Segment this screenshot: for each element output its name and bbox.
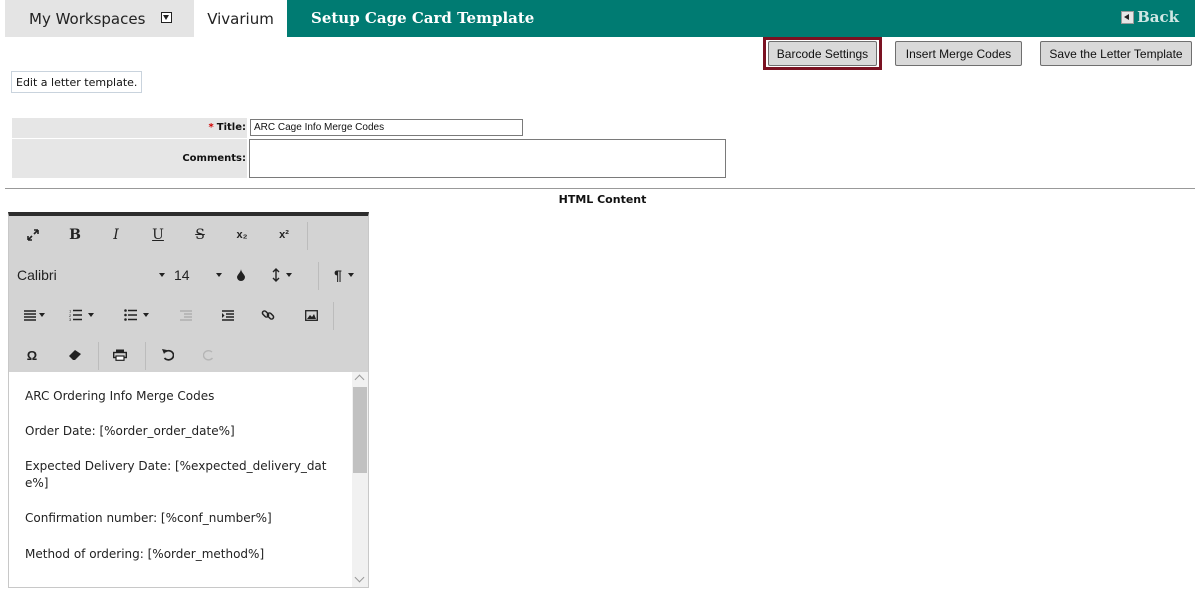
scroll-thumb[interactable]: [353, 387, 367, 473]
caret-down-icon: [286, 273, 292, 277]
editor-content[interactable]: ARC Ordering Info Merge Codes Order Date…: [9, 372, 352, 587]
caret-down-icon: [87, 313, 94, 317]
content-paragraph: Expected Delivery Date: [%expected_deliv…: [25, 459, 327, 490]
caret-down-icon: [142, 313, 149, 317]
scroll-down-icon[interactable]: [354, 572, 365, 583]
toolbar-row-3: 123: [9, 296, 368, 334]
top-nav-bar: My Workspaces Vivarium Setup Cage Card T…: [0, 0, 1195, 37]
dropdown-arrow-icon[interactable]: [161, 12, 172, 23]
line-height-select[interactable]: [265, 256, 299, 294]
bullet-list-select[interactable]: [116, 296, 156, 334]
svg-text:3: 3: [69, 317, 72, 321]
html-editor: B I U S x₂ x² Calibri 14 ¶ 1 2 3 Ω ARC O…: [8, 212, 369, 588]
title-label-cell: * Title:: [12, 118, 247, 138]
html-content-heading: HTML Content: [558, 193, 647, 206]
color-drop-icon[interactable]: [233, 256, 249, 294]
undo-icon[interactable]: [157, 336, 179, 374]
title-label-text: Title:: [216, 122, 246, 133]
caret-down-icon: [38, 313, 45, 317]
comments-textarea[interactable]: [249, 139, 726, 178]
paragraph-style-select[interactable]: ¶: [327, 256, 361, 294]
italic-button[interactable]: I: [106, 216, 126, 254]
strikethrough-button[interactable]: S: [190, 216, 210, 254]
my-workspaces-label: My Workspaces: [29, 9, 146, 28]
content-paragraph: Order Date: [%order_order_date%]: [25, 424, 235, 438]
toolbar-separator: [98, 342, 99, 370]
comments-label: Comments:: [182, 153, 246, 164]
page-title: Setup Cage Card Template: [311, 9, 535, 27]
content-paragraph: ARC Ordering Info Merge Codes: [25, 389, 215, 403]
content-paragraph: Confirmation number: [%conf_number%]: [25, 511, 272, 525]
caret-down-icon: [216, 273, 222, 277]
special-char-icon[interactable]: Ω: [22, 336, 42, 374]
insert-merge-codes-button[interactable]: Insert Merge Codes: [895, 41, 1022, 66]
toolbar-separator: [145, 342, 146, 370]
underline-button[interactable]: U: [148, 216, 168, 254]
back-label: Back: [1137, 8, 1179, 26]
page-hint: Edit a letter template.: [11, 71, 143, 93]
comments-label-cell: Comments:: [12, 139, 247, 178]
align-select[interactable]: [19, 296, 49, 334]
editor-toolbar: B I U S x₂ x² Calibri 14 ¶ 1 2 3 Ω: [9, 216, 368, 372]
toolbar-separator: [333, 302, 334, 330]
content-paragraph: Method of ordering: [%order_method%]: [25, 547, 265, 561]
font-size-select[interactable]: 14: [174, 256, 226, 294]
toolbar-separator: [307, 222, 308, 250]
redo-icon: [198, 336, 220, 374]
subscript-button[interactable]: x₂: [231, 216, 253, 254]
caret-down-icon: [159, 273, 165, 277]
toolbar-separator: [318, 262, 319, 290]
paragraph-icon: ¶: [334, 267, 342, 283]
back-button[interactable]: Back: [1121, 8, 1179, 26]
save-letter-template-button[interactable]: Save the Letter Template: [1040, 41, 1192, 66]
font-family-value: Calibri: [17, 267, 57, 283]
tab-vivarium[interactable]: Vivarium: [194, 0, 287, 37]
caret-down-icon: [347, 273, 354, 277]
barcode-settings-button[interactable]: Barcode Settings: [768, 41, 877, 66]
title-input[interactable]: ARC Cage Info Merge Codes: [250, 119, 523, 136]
title-label: * Title:: [209, 122, 246, 133]
print-icon[interactable]: [109, 336, 131, 374]
link-icon[interactable]: [257, 296, 279, 334]
bold-button[interactable]: B: [65, 216, 85, 254]
eraser-icon[interactable]: [65, 336, 85, 374]
superscript-button[interactable]: x²: [273, 216, 295, 254]
required-marker: *: [208, 122, 214, 133]
toolbar-row-4: Ω: [9, 336, 368, 374]
image-icon[interactable]: [300, 296, 322, 334]
scroll-up-icon[interactable]: [354, 374, 365, 385]
font-family-select[interactable]: Calibri: [17, 256, 165, 294]
font-size-value: 14: [174, 267, 190, 283]
editor-scrollbar[interactable]: [352, 372, 368, 587]
indent-icon[interactable]: [217, 296, 239, 334]
page-header: Setup Cage Card Template Back: [287, 0, 1195, 37]
toolbar-row-1: B I U S x₂ x²: [9, 216, 368, 254]
outdent-icon: [175, 296, 197, 334]
back-arrow-icon: [1121, 10, 1135, 24]
divider: [5, 188, 1195, 189]
ordered-list-select[interactable]: 123: [61, 296, 101, 334]
my-workspaces-menu[interactable]: My Workspaces: [5, 0, 194, 37]
toolbar-row-2: Calibri 14 ¶: [9, 256, 368, 294]
fullscreen-icon[interactable]: [21, 216, 45, 254]
